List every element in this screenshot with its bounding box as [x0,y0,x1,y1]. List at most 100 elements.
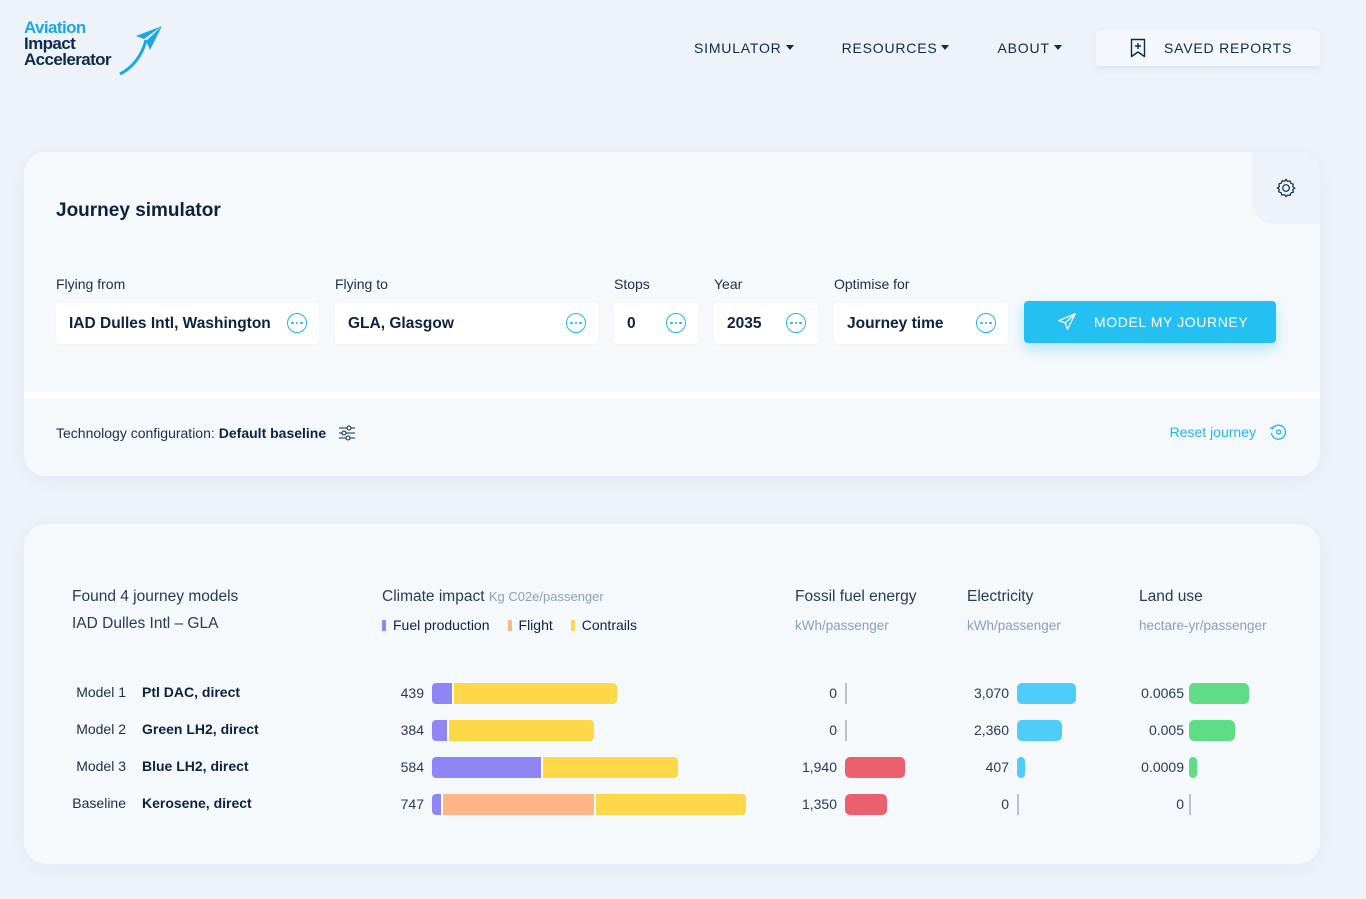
model-name: Ptl DAC, direct [142,684,241,700]
optimise-for-value: Journey time [847,314,944,332]
fossil-fuel-bar [845,757,905,778]
flying-from-label: Flying from [56,276,126,292]
land-use-value: 0 [1176,796,1184,812]
table-row: Baseline Kerosene, direct 747 1,350 0 0 [24,792,1320,816]
legend-swatch [570,619,575,631]
model-name: Kerosene, direct [142,795,252,811]
land-use-value: 0.0065 [1141,685,1184,701]
contrails-segment [594,794,746,815]
fossil-fuel-value: 0 [829,685,837,701]
table-row: Model 1 Ptl DAC, direct 439 0 3,070 0.0065 [24,681,1320,705]
sliders-icon[interactable] [338,424,356,442]
flying-to-label: Flying to [335,276,388,292]
electricity-bar [1017,757,1025,778]
stops-value: 0 [627,314,636,332]
climate-bar [432,683,617,704]
legend-item: Contrails [570,617,637,633]
legend-item: Fuel production [382,617,490,633]
more-options-icon[interactable] [976,313,996,333]
electricity-bar [1017,683,1076,704]
electricity-bar [1017,720,1062,741]
route-text: IAD Dulles Intl – GLA [72,615,219,632]
fossil-fuel-bar [845,794,887,815]
electricity-value: 407 [985,759,1009,775]
model-name: Green LH2, direct [142,721,259,737]
land-use-bar [1189,683,1249,704]
flying-from-value: IAD Dulles Intl, Washington [69,314,271,332]
more-options-icon[interactable] [287,313,307,333]
brand-logo[interactable]: Aviation Impact Accelerator [24,19,169,78]
contrails-segment [452,683,617,704]
nav-resources-label: RESOURCES [841,40,938,56]
more-options-icon[interactable] [666,313,686,333]
page-title: Journey simulator [56,200,221,221]
flying-to-value: GLA, Glasgow [348,314,454,332]
year-field[interactable]: 2035 [714,303,818,344]
chevron-down-icon [941,44,950,50]
nav-simulator[interactable]: SIMULATOR [694,30,794,66]
model-label: Model 2 [76,721,126,737]
tech-config-value: Default baseline [218,425,327,441]
plane-arrow-icon [119,26,162,76]
divider [24,392,1320,398]
journey-simulator-card: Journey simulator Flying from IAD Dulles… [24,152,1320,476]
electricity-heading: Electricity [967,588,1034,605]
model-label: Model 1 [76,684,126,700]
flight-segment [441,794,594,815]
optimise-for-field[interactable]: Journey time [834,303,1008,344]
fuel-production-segment [432,757,541,778]
stops-field[interactable]: 0 [614,303,698,344]
brand-wordmark: Aviation Impact Accelerator [24,19,112,69]
bookmark-add-icon [1130,38,1146,58]
fuel-production-segment [432,720,447,741]
fossil-fuel-zero-marker [845,683,847,704]
model-my-journey-label: MODEL MY JOURNEY [1094,314,1249,330]
legend-label: Contrails [581,617,637,633]
land-use-zero-marker [1189,794,1191,815]
electricity-value: 3,070 [973,685,1009,701]
electricity-unit: kWh/passenger [967,618,1061,633]
climate-bar [432,794,746,815]
climate-bar [432,720,594,741]
nav-about[interactable]: ABOUT [997,30,1062,66]
flying-from-field[interactable]: IAD Dulles Intl, Washington [56,303,319,344]
climate-value: 584 [400,759,424,775]
optimise-for-label: Optimise for [834,276,910,292]
table-row: Model 2 Green LH2, direct 384 0 2,360 0.005 [24,718,1320,742]
fossil-fuel-value: 1,350 [801,796,837,812]
nav-resources[interactable]: RESOURCES [842,30,950,66]
electricity-value: 0 [1001,796,1009,812]
stops-label: Stops [614,276,650,292]
model-my-journey-button[interactable]: MODEL MY JOURNEY [1024,301,1276,343]
climate-impact-unit: Kg C02e/passenger [488,589,604,604]
chevron-down-icon [785,44,794,50]
land-use-unit: hectare-yr/passenger [1139,618,1267,633]
model-name: Blue LH2, direct [142,758,249,774]
fuel-production-segment [432,683,452,704]
more-options-icon[interactable] [786,313,806,333]
reset-journey-link[interactable]: Reset journey [1170,422,1288,442]
settings-button[interactable] [1252,152,1320,224]
chart-legend: Fuel production Flight Contrails [382,617,655,633]
technology-configuration: Technology configuration: Default baseli… [56,424,356,442]
fuel-production-segment [432,794,441,815]
brand-line-3: Accelerator [24,50,112,69]
fossil-fuel-value: 1,940 [801,759,837,775]
saved-reports-button[interactable]: SAVED REPORTS [1096,30,1320,66]
more-options-icon[interactable] [566,313,586,333]
legend-swatch [382,619,386,631]
contrails-segment [541,757,678,778]
year-value: 2035 [727,314,762,332]
climate-impact-heading: Climate impact Kg C02e/passenger [382,588,604,606]
flying-to-field[interactable]: GLA, Glasgow [335,303,598,344]
land-use-value: 0.005 [1148,722,1184,738]
table-row: Model 3 Blue LH2, direct 584 1,940 407 0.0009 [24,755,1320,779]
nav-simulator-label: SIMULATOR [694,40,782,56]
year-label: Year [714,276,743,292]
climate-value: 747 [400,796,424,812]
climate-value: 384 [400,722,424,738]
fossil-fuel-heading: Fossil fuel energy [795,588,917,605]
model-label: Baseline [72,795,126,811]
legend-swatch [507,619,512,631]
main-nav: SIMULATOR RESOURCES ABOUT [694,30,1062,66]
